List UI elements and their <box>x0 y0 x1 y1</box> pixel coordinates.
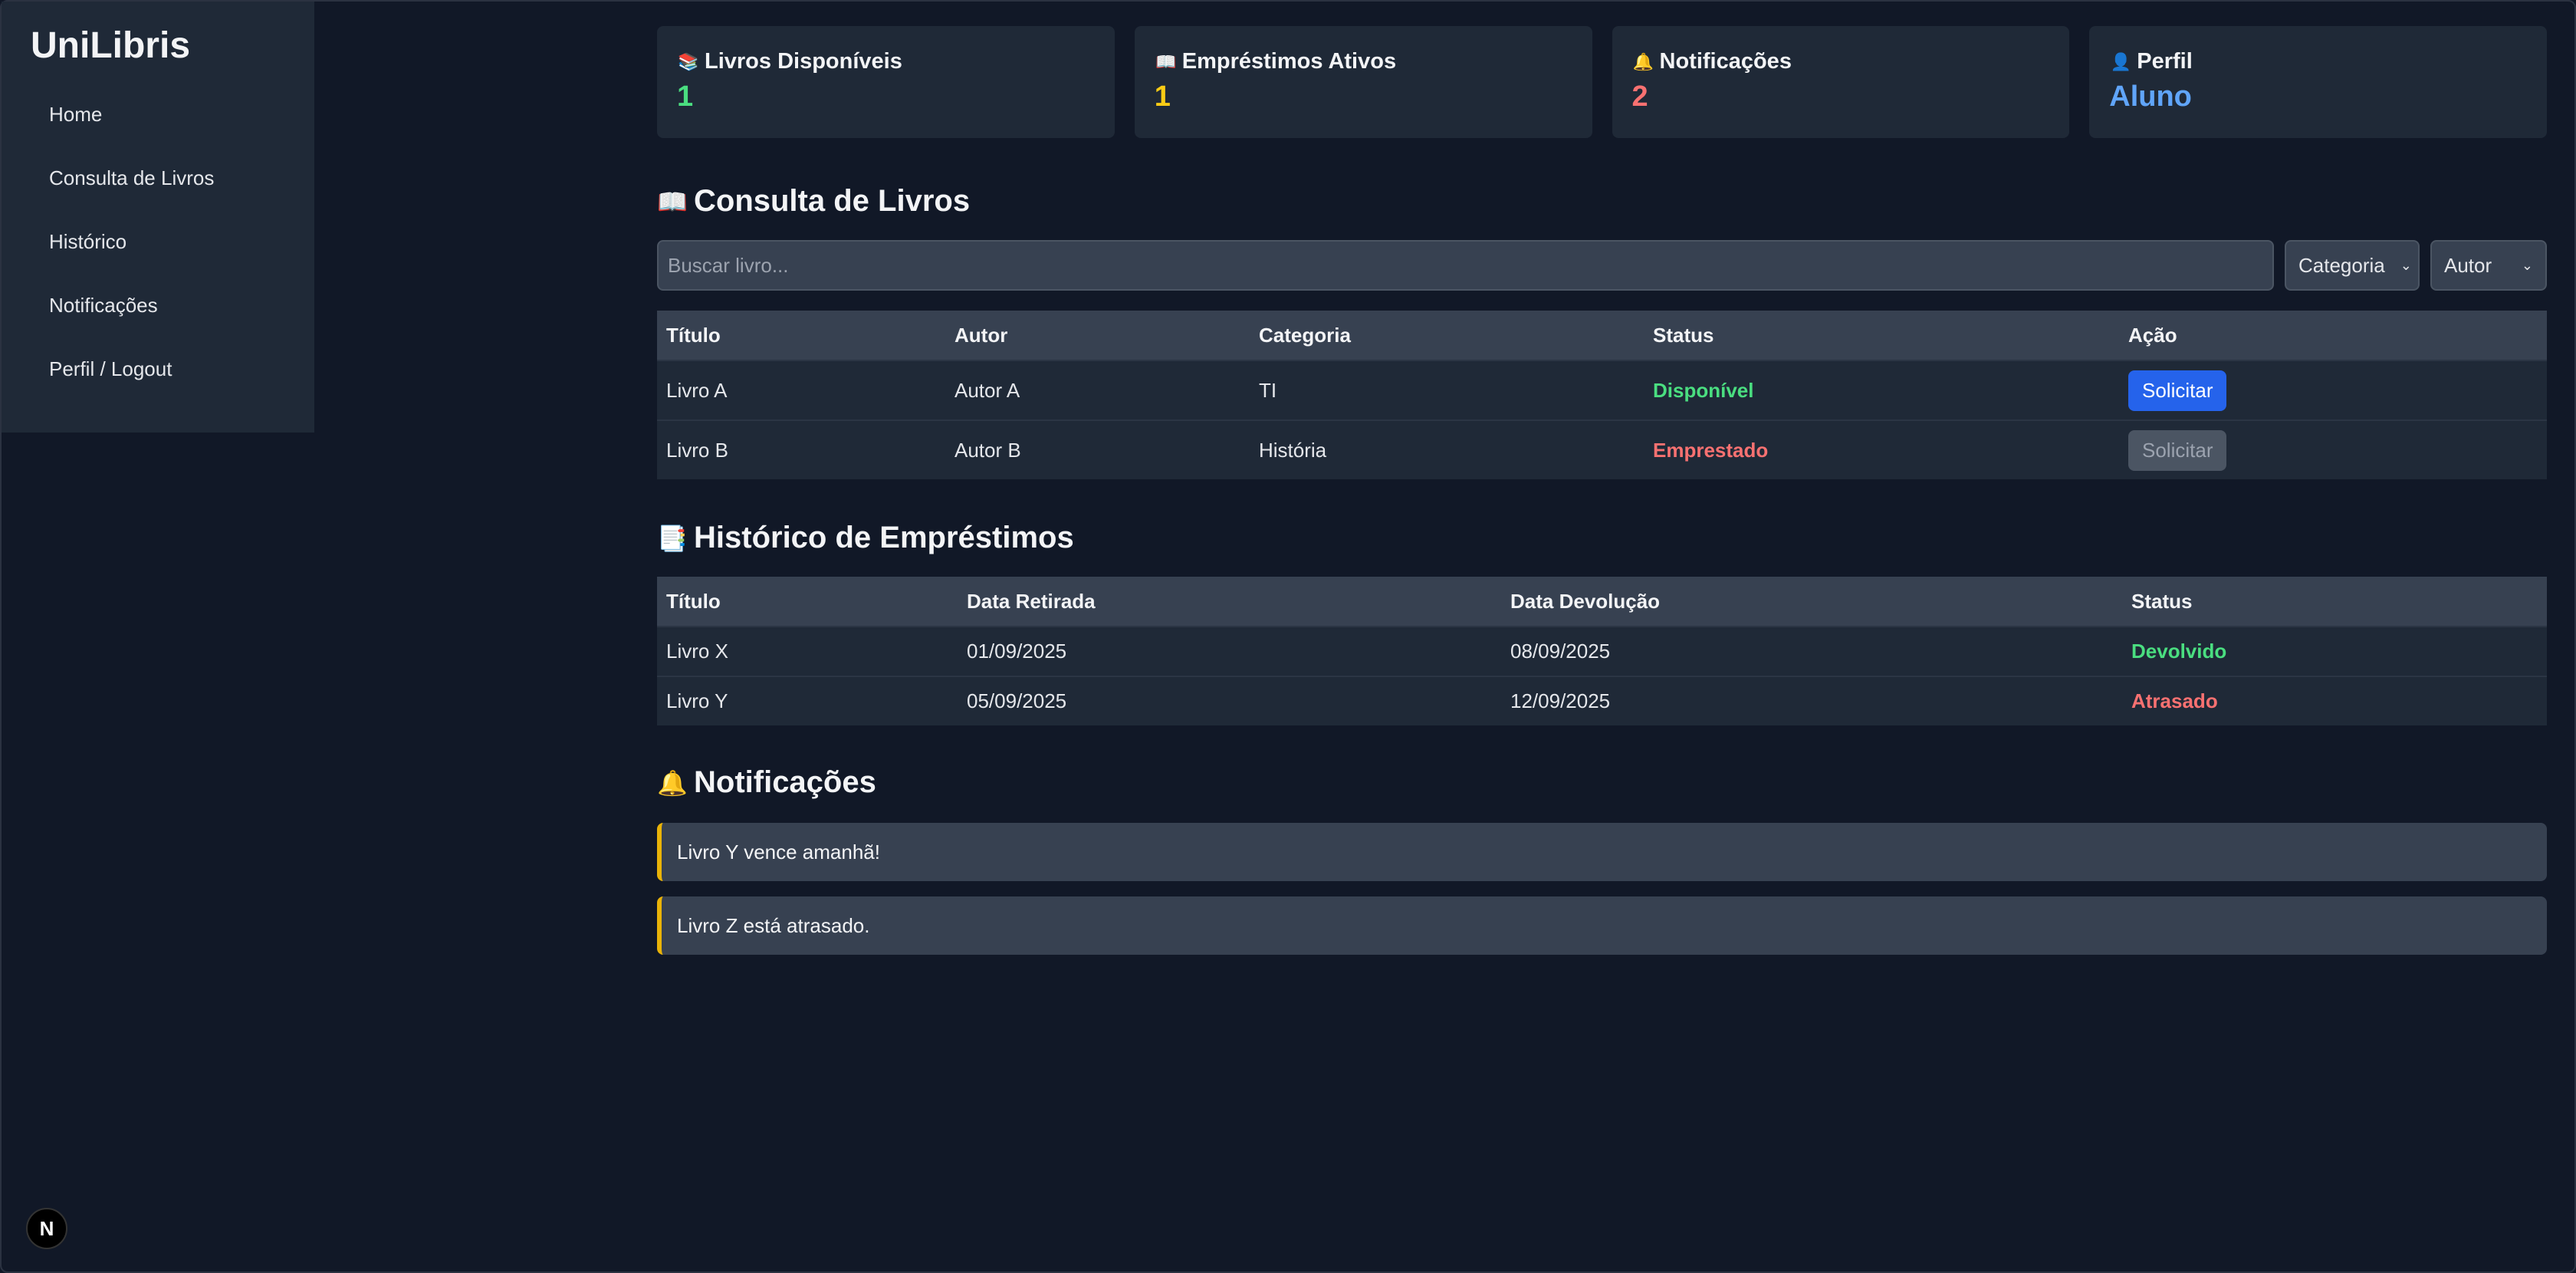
table-row: Livro X 01/09/2025 08/09/2025 Devolvido <box>657 626 2547 676</box>
notificacoes-section: 🔔 Notificações Livro Y vence amanhã! Liv… <box>657 765 2547 955</box>
books-table: Título Autor Categoria Status Ação Livro… <box>657 311 2547 479</box>
history-table: Título Data Retirada Data Devolução Stat… <box>657 577 2547 725</box>
sidebar-item-consulta-livros[interactable]: Consulta de Livros <box>29 155 314 219</box>
sidebar-item-historico[interactable]: Histórico <box>29 219 314 282</box>
section-title: 🔔 Notificações <box>657 765 876 799</box>
sidebar-item-notificacoes[interactable]: Notificações <box>29 282 314 346</box>
cell-data-devolucao: 12/09/2025 <box>1501 676 2122 725</box>
status-badge: Devolvido <box>2122 626 2547 676</box>
status-badge: Disponível <box>1644 360 2119 420</box>
column-header: Data Devolução <box>1510 589 1661 613</box>
section-title: 📖 Consulta de Livros <box>657 184 971 218</box>
column-header: Título <box>666 589 721 613</box>
status-badge: Emprestado <box>1644 419 2119 479</box>
ledger-icon: 📑 <box>657 524 688 552</box>
next-dev-badge[interactable]: N <box>26 1208 67 1249</box>
card-notificacoes: 🔔 Notificações 2 <box>1612 26 2070 138</box>
historico-section: 📑 Histórico de Empréstimos Título Data R… <box>657 521 2547 725</box>
notification-item: Livro Y vence amanhã! <box>657 823 2547 881</box>
open-book-icon: 📖 <box>1155 51 1177 71</box>
column-header: Título <box>666 323 721 347</box>
books-icon: 📚 <box>678 51 699 71</box>
status-badge: Atrasado <box>2122 676 2547 725</box>
table-header: Título Data Retirada Data Devolução Stat… <box>657 577 2547 627</box>
card-value: 1 <box>677 81 694 113</box>
solicitar-button[interactable]: Solicitar <box>2128 370 2227 411</box>
table-row: Livro Y 05/09/2025 12/09/2025 Atrasado <box>657 676 2547 725</box>
cell-autor: Autor B <box>945 419 1250 479</box>
brand-logo: UniLibris <box>31 25 191 66</box>
card-title: Perfil <box>2137 49 2193 74</box>
notification-item: Livro Z está atrasado. <box>657 896 2547 955</box>
card-title: Notificações <box>1659 49 1792 74</box>
sidebar-item-perfil-logout[interactable]: Perfil / Logout <box>29 346 314 410</box>
chevron-down-icon: ⌄ <box>2400 257 2412 273</box>
card-livros-disponiveis: 📚 Livros Disponíveis 1 <box>657 26 1115 138</box>
table-row: Livro A Autor A TI Disponível Solicitar <box>657 360 2547 420</box>
column-header: Status <box>1653 323 1714 347</box>
bell-icon: 🔔 <box>657 768 688 797</box>
notification-list: Livro Y vence amanhã! Livro Z está atras… <box>657 823 2547 955</box>
cell-data-devolucao: 08/09/2025 <box>1501 626 2122 676</box>
section-title: 📑 Histórico de Empréstimos <box>657 521 1074 554</box>
card-perfil: 👤 Perfil Aluno <box>2089 26 2547 138</box>
solicitar-button-disabled: Solicitar <box>2128 429 2227 471</box>
cell-titulo: Livro Y <box>657 676 958 725</box>
main-content: 📚 Livros Disponíveis 1 📖 Empréstimos Ati… <box>657 26 2547 970</box>
card-value: 2 <box>1631 81 1648 113</box>
cell-autor: Autor A <box>945 360 1250 420</box>
sidebar: UniLibris Home Consulta de Livros Histór… <box>2 2 314 433</box>
card-value: Aluno <box>2109 81 2192 113</box>
card-emprestimos-ativos: 📖 Empréstimos Ativos 1 <box>1134 26 1592 138</box>
summary-cards: 📚 Livros Disponíveis 1 📖 Empréstimos Ati… <box>657 26 2547 138</box>
cell-titulo: Livro B <box>657 419 945 479</box>
filters: Categoria ⌄ Autor ⌄ <box>657 240 2547 291</box>
card-title: Livros Disponíveis <box>705 49 902 74</box>
cell-categoria: História <box>1250 419 1644 479</box>
cell-categoria: TI <box>1250 360 1644 420</box>
column-header: Ação <box>2128 323 2177 347</box>
column-header: Autor <box>955 323 1008 347</box>
card-title: Empréstimos Ativos <box>1181 49 1397 74</box>
bell-icon: 🔔 <box>1632 51 1654 71</box>
cell-data-retirada: 05/09/2025 <box>958 676 1501 725</box>
consulta-section: 📖 Consulta de Livros Categoria ⌄ Autor ⌄… <box>657 184 2547 479</box>
cell-data-retirada: 01/09/2025 <box>958 626 1501 676</box>
table-row: Livro B Autor B História Emprestado Soli… <box>657 419 2547 479</box>
cell-titulo: Livro A <box>657 360 945 420</box>
cell-titulo: Livro X <box>657 626 958 676</box>
table-header: Título Autor Categoria Status Ação <box>657 311 2547 360</box>
column-header: Status <box>2131 589 2193 613</box>
card-value: 1 <box>1154 81 1171 113</box>
author-select[interactable]: Autor ⌄ <box>2430 240 2547 291</box>
chevron-down-icon: ⌄ <box>2521 257 2533 273</box>
column-header: Categoria <box>1259 323 1351 347</box>
search-input[interactable] <box>657 240 2274 291</box>
open-book-icon: 📖 <box>657 187 688 215</box>
category-select[interactable]: Categoria ⌄ <box>2285 240 2420 291</box>
user-icon: 👤 <box>2110 51 2131 71</box>
sidebar-item-home[interactable]: Home <box>29 91 314 155</box>
column-header: Data Retirada <box>967 589 1096 613</box>
